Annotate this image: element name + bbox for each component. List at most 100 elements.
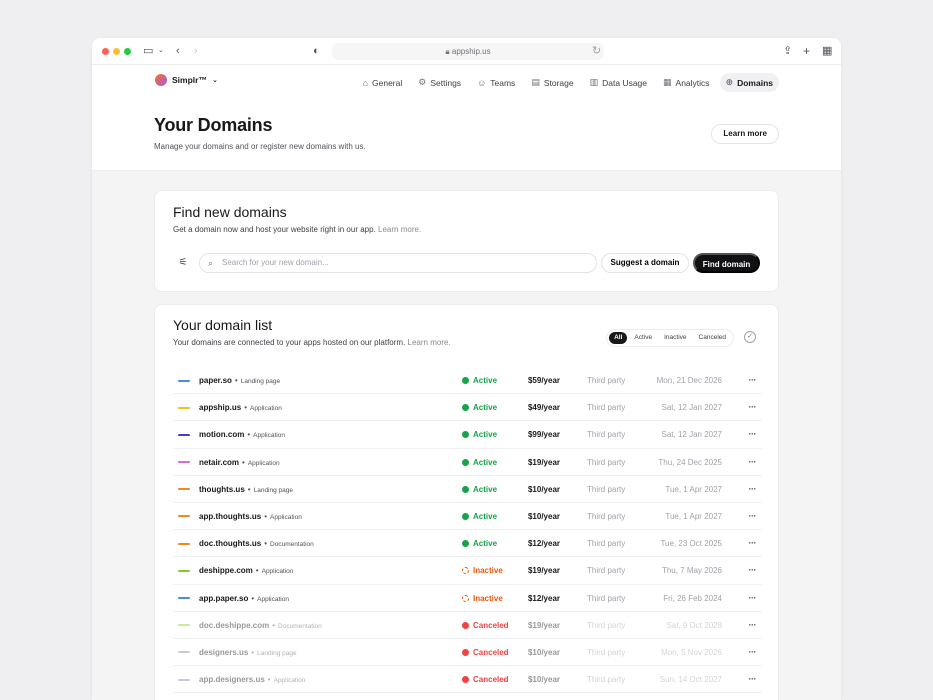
workspace-switcher[interactable]: Simplr™ ⌄ bbox=[155, 74, 218, 86]
filter-tab-inactive[interactable]: Inactive bbox=[659, 332, 691, 344]
domain-name-cell[interactable]: appship.us • Application bbox=[199, 394, 282, 422]
domain-name-cell[interactable]: designers.us • Landing page bbox=[199, 639, 297, 667]
status-label: Canceled bbox=[473, 647, 509, 657]
tab-overview-icon[interactable]: ▦ bbox=[822, 45, 832, 57]
nav-item-label: Data Usage bbox=[602, 77, 648, 88]
table-row[interactable]: doc.deshippe.com • Documentation Canceled $1… bbox=[173, 612, 762, 639]
select-all-button[interactable]: ✓ bbox=[744, 331, 756, 343]
separator-dot: • bbox=[264, 511, 268, 521]
nav-item-data-usage[interactable]: ▥ Data Usage bbox=[584, 73, 653, 92]
list-learn-more-link[interactable]: Learn more. bbox=[408, 338, 451, 347]
more-options-icon[interactable]: ··· bbox=[749, 666, 757, 692]
more-options-icon[interactable]: ··· bbox=[749, 367, 757, 393]
brand-name: Simplr™ bbox=[172, 75, 207, 85]
domain-name-cell[interactable]: app.designers.us • Application bbox=[199, 666, 305, 694]
analytics-icon: ▦ bbox=[663, 77, 672, 87]
find-domain-button[interactable]: Find domain bbox=[693, 253, 760, 273]
domain-provider: Third party bbox=[587, 484, 626, 494]
domain-name: thoughts.us bbox=[199, 484, 245, 494]
sidebar-toggle-icon[interactable]: ▭ bbox=[143, 45, 153, 57]
domain-name: doc.thoughts.us bbox=[199, 539, 262, 549]
lock-icon: 🔒︎ bbox=[445, 47, 450, 56]
domain-type: Application bbox=[270, 513, 302, 521]
nav-item-settings[interactable]: ⚙ Settings bbox=[412, 73, 467, 92]
share-icon[interactable]: ⇪ bbox=[783, 45, 792, 57]
table-row[interactable]: motion.com • Application Active $99/year Thir… bbox=[173, 421, 762, 449]
forward-icon[interactable]: › bbox=[194, 45, 198, 57]
more-options-icon[interactable]: ··· bbox=[749, 612, 757, 638]
chevron-down-icon[interactable]: ⌄ bbox=[158, 45, 164, 57]
more-options-icon[interactable]: ··· bbox=[749, 585, 757, 611]
domain-name-cell[interactable]: paper.so • Landing page bbox=[199, 367, 280, 395]
filter-tab-all[interactable]: All bbox=[609, 332, 628, 344]
renewal-date: Thu, 7 May 2026 bbox=[661, 566, 722, 576]
reload-icon[interactable]: ↻ bbox=[592, 45, 601, 57]
more-options-icon[interactable]: ··· bbox=[749, 503, 757, 529]
domain-name-cell[interactable]: deshippe.com • Application bbox=[199, 557, 293, 585]
nav-item-general[interactable]: ⌂ General bbox=[357, 73, 409, 92]
domain-price: $49/year bbox=[527, 403, 560, 413]
nav-item-storage[interactable]: ▤ Storage bbox=[525, 73, 579, 92]
status-label: Active bbox=[473, 403, 498, 413]
sliders-icon: ⚟ bbox=[178, 257, 188, 268]
status-active-icon bbox=[462, 404, 469, 412]
table-row[interactable]: paper.so • Landing page Active $59/year Third… bbox=[173, 367, 762, 395]
domain-name: app.designers.us bbox=[199, 675, 265, 685]
domain-price: $10/year bbox=[527, 675, 560, 685]
domain-price: $59/year bbox=[527, 376, 560, 385]
status-active-icon bbox=[462, 485, 469, 493]
table-row[interactable]: doc.thoughts.us • Documentation Active $12/y… bbox=[173, 530, 762, 558]
close-window-button[interactable] bbox=[102, 48, 109, 55]
domain-name-cell[interactable]: motion.com • Application bbox=[199, 421, 285, 449]
table-row[interactable]: app.paper.so • Application Inactive $12/year… bbox=[173, 585, 762, 612]
more-options-icon[interactable]: ··· bbox=[749, 639, 757, 665]
domain-table: paper.so • Landing page Active $59/year Third… bbox=[173, 367, 762, 694]
find-learn-more-link[interactable]: Learn more. bbox=[378, 225, 421, 234]
globe-icon: ⊕ bbox=[725, 77, 734, 87]
table-row[interactable]: thoughts.us • Landing page Active $10/year Th… bbox=[173, 476, 762, 503]
filter-tab-canceled[interactable]: Canceled bbox=[694, 332, 731, 344]
learn-more-button[interactable]: Learn more bbox=[711, 124, 779, 144]
more-options-icon[interactable]: ··· bbox=[749, 449, 757, 475]
filter-tab-active[interactable]: Active bbox=[629, 332, 657, 344]
more-options-icon[interactable]: ··· bbox=[749, 476, 757, 502]
status-badge: Inactive bbox=[462, 585, 503, 612]
maximize-window-button[interactable] bbox=[124, 48, 131, 55]
nav-item-domains[interactable]: ⊕ Domains bbox=[719, 73, 779, 92]
domain-name: app.paper.so bbox=[199, 593, 249, 603]
back-icon[interactable]: ‹ bbox=[176, 45, 180, 57]
table-row[interactable]: designers.us • Landing page Canceled $10/yea… bbox=[173, 639, 762, 667]
domain-name-cell[interactable]: thoughts.us • Landing page bbox=[199, 476, 293, 504]
nav-item-analytics[interactable]: ▦ Analytics bbox=[657, 73, 716, 92]
table-row[interactable]: appship.us • Application Active $49/year Thir… bbox=[173, 394, 762, 422]
domain-name-cell[interactable]: netair.com • Application bbox=[199, 449, 280, 477]
more-options-icon[interactable]: ··· bbox=[749, 557, 757, 583]
browser-window: ▭ ⌄ ‹ › ◐ 🔒︎ appship.us ↻ ⇪ + ▦ Simplr™ … bbox=[92, 38, 841, 700]
domain-color-indicator bbox=[178, 488, 190, 491]
filter-settings-button[interactable]: ⚟ bbox=[173, 253, 193, 273]
nav-item-teams[interactable]: ☺ Teams bbox=[471, 73, 521, 92]
domain-name-cell[interactable]: doc.deshippe.com • Documentation bbox=[199, 612, 322, 640]
more-options-icon[interactable]: ··· bbox=[749, 421, 757, 447]
table-row[interactable]: app.thoughts.us • Application Active $10/yea… bbox=[173, 503, 762, 531]
minimize-window-button[interactable] bbox=[113, 48, 120, 55]
new-tab-icon[interactable]: + bbox=[803, 45, 810, 57]
renewal-date: Mon, 5 Nov 2026 bbox=[661, 647, 722, 657]
shield-icon[interactable]: ◐ bbox=[313, 45, 320, 57]
table-row[interactable]: deshippe.com • Application Inactive $19/year… bbox=[173, 557, 762, 585]
table-row[interactable]: app.designers.us • Application Canceled $10/… bbox=[173, 666, 762, 694]
domain-name-cell[interactable]: app.paper.so • Application bbox=[199, 585, 289, 613]
more-options-icon[interactable]: ··· bbox=[749, 530, 757, 556]
domain-name-cell[interactable]: doc.thoughts.us • Documentation bbox=[199, 530, 314, 558]
more-options-icon[interactable]: ··· bbox=[749, 394, 757, 420]
domain-search-input[interactable]: ⌕ Search for your new domain... bbox=[199, 253, 597, 273]
suggest-domain-button[interactable]: Suggest a domain bbox=[601, 253, 689, 273]
main-menu: ⌂ General ⚙ Settings ☺ Teams ▤ Storage ▥ Data Usa… bbox=[357, 73, 779, 92]
table-row[interactable]: netair.com • Application Active $19/year Thir… bbox=[173, 449, 762, 476]
domain-price: $19/year bbox=[527, 566, 560, 576]
domain-name-cell[interactable]: app.thoughts.us • Application bbox=[199, 503, 302, 531]
nav-item-label: General bbox=[372, 77, 403, 88]
address-bar[interactable]: 🔒︎ appship.us bbox=[332, 43, 604, 60]
separator-dot: • bbox=[234, 376, 238, 385]
gear-icon: ⚙ bbox=[418, 77, 427, 87]
